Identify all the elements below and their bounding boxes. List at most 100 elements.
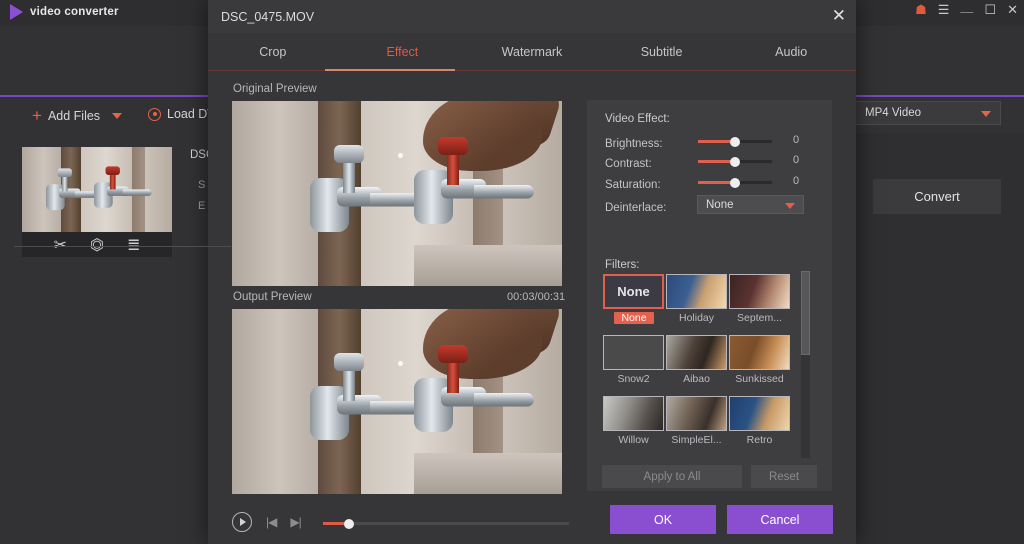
dialog-tabs: Crop Effect Watermark Subtitle Audio — [208, 33, 856, 70]
video-effect-title: Video Effect: — [605, 113, 670, 125]
saturation-slider[interactable] — [698, 177, 772, 188]
tabs-divider — [208, 70, 856, 71]
filter-thumbnail — [603, 396, 664, 431]
reset-button[interactable]: Reset — [751, 465, 817, 488]
filter-thumbnail — [666, 335, 727, 370]
crop-icon[interactable]: ⏣ — [90, 235, 104, 255]
contrast-value: 0 — [793, 154, 800, 166]
gift-icon[interactable]: ☗ — [915, 3, 927, 16]
brightness-label: Brightness: — [605, 138, 663, 150]
chevron-down-icon[interactable] — [785, 203, 795, 209]
tab-subtitle[interactable]: Subtitle — [597, 33, 727, 70]
filters-scrollbar[interactable] — [801, 271, 810, 458]
filter-label: Holiday — [678, 312, 715, 324]
filters-scrollbar-thumb[interactable] — [801, 271, 810, 355]
deinterlace-select[interactable]: None — [697, 195, 804, 214]
filter-label: Willow — [618, 434, 649, 446]
active-tab-underline — [325, 69, 455, 71]
filter-thumbnail — [729, 396, 790, 431]
dialog-title: DSC_0475.MOV — [221, 9, 315, 24]
filter-tile-retro[interactable]: Retro — [729, 396, 790, 456]
original-preview-video[interactable] — [232, 101, 562, 286]
deinterlace-label: Deinterlace: — [605, 202, 667, 214]
filter-tile-simpleelegant[interactable]: SimpleEl... — [666, 396, 727, 456]
close-icon[interactable]: ✕ — [832, 7, 846, 25]
filter-thumbnail — [729, 335, 790, 370]
deinterlace-row: Deinterlace: — [605, 198, 666, 216]
filter-tile-none[interactable]: None None — [603, 274, 664, 334]
close-icon[interactable]: ✕ — [1007, 3, 1018, 16]
file-meta-line-2: E — [198, 200, 206, 212]
file-meta-line-1: S — [198, 179, 206, 191]
output-preview-video[interactable] — [232, 309, 562, 494]
apply-to-all-button[interactable]: Apply to All — [602, 465, 742, 488]
file-list-item[interactable]: ✂ ⏣ ≣ — [22, 147, 172, 257]
filter-label: None — [614, 312, 654, 324]
output-preview-label: Output Preview — [233, 291, 312, 303]
previous-frame-icon[interactable]: |◀ — [266, 515, 277, 529]
filter-label: SimpleEl... — [671, 434, 722, 446]
filter-label: Septem... — [737, 312, 782, 324]
app-logo: video converter — [10, 4, 119, 20]
filter-tile-snow2[interactable]: Snow2 — [603, 335, 664, 395]
dialog-titlebar: DSC_0475.MOV ✕ — [208, 0, 856, 33]
filter-tile-willow[interactable]: Willow — [603, 396, 664, 456]
application-window: video converter ☗ ☰ ＿ ☐ ✕ + Add Files Lo… — [0, 0, 1024, 544]
tab-audio[interactable]: Audio — [726, 33, 856, 70]
cancel-button[interactable]: Cancel — [727, 505, 833, 534]
saturation-value: 0 — [793, 175, 800, 187]
file-thumbnail — [22, 147, 172, 232]
filter-label: Sunkissed — [735, 373, 784, 385]
saturation-label: Saturation: — [605, 179, 661, 191]
play-icon[interactable] — [232, 512, 252, 532]
brightness-value: 0 — [793, 134, 800, 146]
filter-label: Snow2 — [617, 373, 650, 385]
filter-tile-aibao[interactable]: Aibao — [666, 335, 727, 395]
tab-effect[interactable]: Effect — [338, 33, 468, 70]
minimize-icon[interactable]: ＿ — [960, 0, 973, 13]
filter-thumbnail — [729, 274, 790, 309]
preview-timecode: 00:03/00:31 — [507, 291, 566, 303]
output-format-select[interactable]: MP4 Video — [855, 101, 1001, 125]
window-controls: ☗ ☰ ＿ ☐ ✕ — [915, 0, 1018, 16]
deinterlace-value: None — [706, 198, 734, 211]
panel-divider — [14, 246, 231, 247]
filters-title: Filters: — [605, 259, 640, 271]
contrast-row: Contrast: — [605, 154, 652, 172]
tab-crop[interactable]: Crop — [208, 33, 338, 70]
tab-watermark[interactable]: Watermark — [467, 33, 597, 70]
contrast-slider[interactable] — [698, 156, 772, 167]
plus-icon: + — [32, 106, 42, 125]
output-format-value: MP4 Video — [865, 107, 922, 119]
seek-handle[interactable] — [344, 518, 354, 529]
next-frame-icon[interactable]: ▶| — [290, 515, 301, 529]
maximize-icon[interactable]: ☐ — [984, 3, 996, 16]
load-dvd-button[interactable]: Load DV — [148, 107, 216, 121]
convert-button[interactable]: Convert — [873, 179, 1001, 214]
filter-grid: None None Holiday Septem... Snow2 Aibao … — [603, 274, 793, 456]
brightness-slider[interactable] — [698, 136, 772, 147]
trim-icon[interactable]: ✂ — [54, 235, 67, 255]
filter-tile-sunkissed[interactable]: Sunkissed — [729, 335, 790, 395]
add-files-button[interactable]: + Add Files — [32, 106, 123, 125]
chevron-down-icon[interactable] — [112, 112, 123, 119]
contrast-label: Contrast: — [605, 158, 652, 170]
brightness-row: Brightness: — [605, 134, 663, 152]
original-preview-label: Original Preview — [233, 83, 317, 95]
saturation-slider-handle[interactable] — [730, 177, 740, 188]
brightness-slider-handle[interactable] — [730, 136, 740, 147]
ok-button[interactable]: OK — [610, 505, 716, 534]
filter-thumbnail — [603, 335, 664, 370]
contrast-slider-handle[interactable] — [730, 156, 740, 167]
saturation-row: Saturation: — [605, 175, 661, 193]
filter-tile-holiday[interactable]: Holiday — [666, 274, 727, 334]
filter-label: Aibao — [683, 373, 710, 385]
filter-tile-september[interactable]: Septem... — [729, 274, 790, 334]
effect-icon[interactable]: ≣ — [127, 235, 140, 255]
filter-label: Retro — [746, 434, 773, 446]
seek-bar[interactable] — [323, 518, 569, 529]
chevron-down-icon[interactable] — [981, 111, 991, 117]
menu-icon[interactable]: ☰ — [938, 3, 950, 16]
file-meta: S E — [198, 175, 205, 217]
file-action-bar: ✂ ⏣ ≣ — [22, 232, 172, 257]
